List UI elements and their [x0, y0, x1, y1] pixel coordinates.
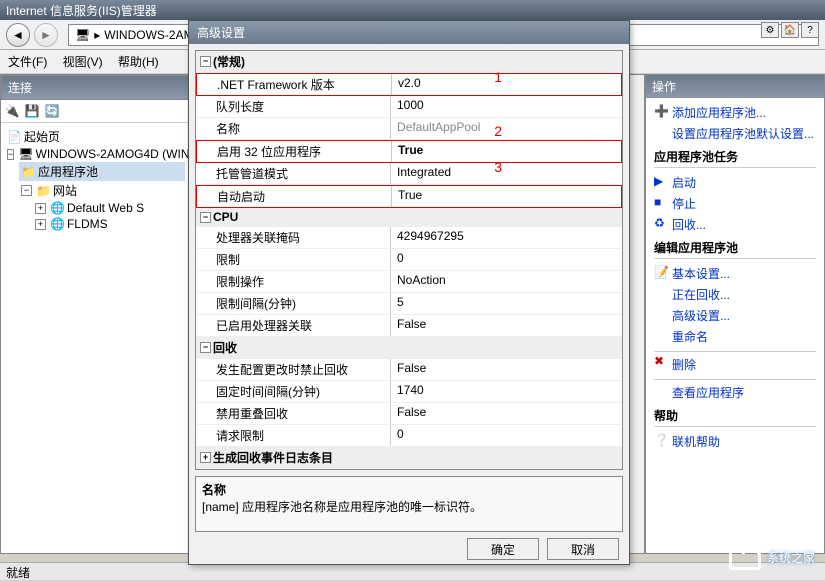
annotation-1: 1: [494, 69, 502, 85]
expand-icon[interactable]: +: [200, 452, 211, 463]
cat-recycle[interactable]: −回收: [196, 337, 622, 359]
tasks-header: 应用程序池任务: [654, 148, 816, 168]
row-enable32[interactable]: 启用 32 位应用程序True: [196, 140, 622, 163]
collapse-icon[interactable]: −: [200, 56, 211, 67]
desc-title: 名称: [202, 481, 616, 498]
row-limit[interactable]: 限制0: [196, 249, 622, 271]
app-title: Internet 信息服务(IIS)管理器: [6, 2, 157, 19]
row-limitaction[interactable]: 限制操作NoAction: [196, 271, 622, 293]
tree-fldms[interactable]: +🌐FLDMS: [33, 216, 185, 232]
connections-tree: 📄起始页 −🖥WINDOWS-2AMOG4D (WIN 📁应用程序池 −📁网站 …: [1, 123, 189, 553]
tool-icon-1[interactable]: ⚙: [761, 22, 779, 38]
row-affinity[interactable]: 处理器关联掩码4294967295: [196, 227, 622, 249]
row-disoverlap[interactable]: 禁用重叠回收False: [196, 403, 622, 425]
settings-icon: 📝: [654, 265, 668, 279]
actions-header: 操作: [646, 75, 824, 98]
add-icon: ➕: [654, 104, 668, 118]
cancel-button[interactable]: 取消: [547, 538, 619, 560]
desc-text: [name] 应用程序池名称是应用程序池的唯一标识符。: [202, 500, 482, 514]
tree-sites[interactable]: −📁网站: [19, 181, 185, 200]
row-netfw[interactable]: .NET Framework 版本v2.0: [196, 73, 622, 96]
row-pipeline[interactable]: 托管管道模式Integrated: [196, 163, 622, 185]
action-online-help[interactable]: ❔联机帮助: [654, 431, 816, 452]
action-start[interactable]: ▶启动: [654, 172, 816, 193]
cat-specific[interactable]: +特定时间TimeSpan[] Array: [196, 469, 622, 470]
action-set-defaults[interactable]: 设置应用程序池默认设置...: [654, 123, 816, 144]
cat-genevents[interactable]: +生成回收事件日志条目: [196, 447, 622, 469]
tree-app-pools[interactable]: 📁应用程序池: [19, 162, 185, 181]
tool-icon-2[interactable]: 🏠: [781, 22, 799, 38]
help-header: 帮助: [654, 407, 816, 427]
row-limitint[interactable]: 限制间隔(分钟)5: [196, 293, 622, 315]
action-delete[interactable]: ✖删除: [654, 351, 816, 375]
tree-server[interactable]: −🖥WINDOWS-2AMOG4D (WIN: [5, 146, 185, 162]
property-grid[interactable]: −(常规) .NET Framework 版本v2.0 队列长度1000 名称D…: [195, 50, 623, 470]
row-reqlimit[interactable]: 请求限制0: [196, 425, 622, 447]
watermark-text: 系统之家: [767, 549, 815, 566]
tree-default-web[interactable]: +🌐Default Web S: [33, 200, 185, 216]
collapse-icon[interactable]: −: [200, 342, 211, 353]
action-add-pool[interactable]: ➕添加应用程序池...: [654, 102, 816, 123]
collapse-icon[interactable]: −: [200, 212, 211, 223]
cat-general[interactable]: −(常规): [196, 51, 622, 73]
row-disallowrot[interactable]: 发生配置更改时禁止回收False: [196, 359, 622, 381]
server-icon: 🖥: [75, 28, 90, 42]
refresh-icon[interactable]: 🔄: [44, 103, 60, 119]
menu-help[interactable]: 帮助(H): [118, 55, 159, 69]
menu-view[interactable]: 视图(V): [63, 55, 103, 69]
ok-button[interactable]: 确定: [467, 538, 539, 560]
action-view-apps[interactable]: 查看应用程序: [654, 379, 816, 403]
watermark: 系统之家: [729, 544, 815, 570]
row-smpenabled[interactable]: 已启用处理器关联False: [196, 315, 622, 337]
actions-panel: 操作 ➕添加应用程序池... 设置应用程序池默认设置... 应用程序池任务 ▶启…: [645, 74, 825, 554]
watermark-logo-icon: [729, 544, 761, 570]
action-recycling[interactable]: 正在回收...: [654, 284, 816, 305]
description-area: 名称 [name] 应用程序池名称是应用程序池的唯一标识符。: [195, 476, 623, 532]
app-titlebar: Internet 信息服务(IIS)管理器: [0, 0, 825, 20]
delete-icon: ✖: [654, 354, 668, 368]
row-regtime[interactable]: 固定时间间隔(分钟)1740: [196, 381, 622, 403]
action-stop[interactable]: ■停止: [654, 193, 816, 214]
advanced-settings-dialog: 高级设置 −(常规) .NET Framework 版本v2.0 队列长度100…: [188, 20, 630, 565]
connect-icon[interactable]: 🔌: [4, 103, 20, 119]
play-icon: ▶: [654, 174, 668, 188]
connections-panel: 连接 🔌 💾 🔄 📄起始页 −🖥WINDOWS-2AMOG4D (WIN 📁应用…: [0, 74, 190, 554]
action-rename[interactable]: 重命名: [654, 326, 816, 347]
help-icon: ❔: [654, 433, 668, 447]
help-icon[interactable]: ?: [801, 22, 819, 38]
action-advanced[interactable]: 高级设置...: [654, 305, 816, 326]
expander-icon[interactable]: −: [7, 149, 14, 160]
connections-header: 连接: [1, 75, 189, 100]
row-queue[interactable]: 队列长度1000: [196, 96, 622, 118]
recycle-icon: ♻: [654, 216, 668, 230]
back-button[interactable]: ◄: [6, 23, 30, 47]
stop-icon: ■: [654, 195, 668, 209]
action-recycle[interactable]: ♻回收...: [654, 214, 816, 235]
tree-start-page[interactable]: 📄起始页: [5, 127, 185, 146]
forward-button[interactable]: ►: [34, 23, 58, 47]
menu-file[interactable]: 文件(F): [8, 55, 47, 69]
cat-cpu[interactable]: −CPU: [196, 208, 622, 227]
row-name[interactable]: 名称DefaultAppPool: [196, 118, 622, 140]
edit-header: 编辑应用程序池: [654, 239, 816, 259]
expander-icon[interactable]: +: [35, 203, 46, 214]
expander-icon[interactable]: −: [21, 185, 32, 196]
expander-icon[interactable]: +: [35, 219, 46, 230]
row-autostart[interactable]: 自动启动True: [196, 185, 622, 208]
save-icon[interactable]: 💾: [24, 103, 40, 119]
annotation-3: 3: [494, 159, 502, 175]
dialog-title: 高级设置: [189, 21, 629, 44]
action-basic[interactable]: 📝基本设置...: [654, 263, 816, 284]
connections-toolbar: 🔌 💾 🔄: [1, 100, 189, 123]
annotation-2: 2: [494, 123, 502, 139]
